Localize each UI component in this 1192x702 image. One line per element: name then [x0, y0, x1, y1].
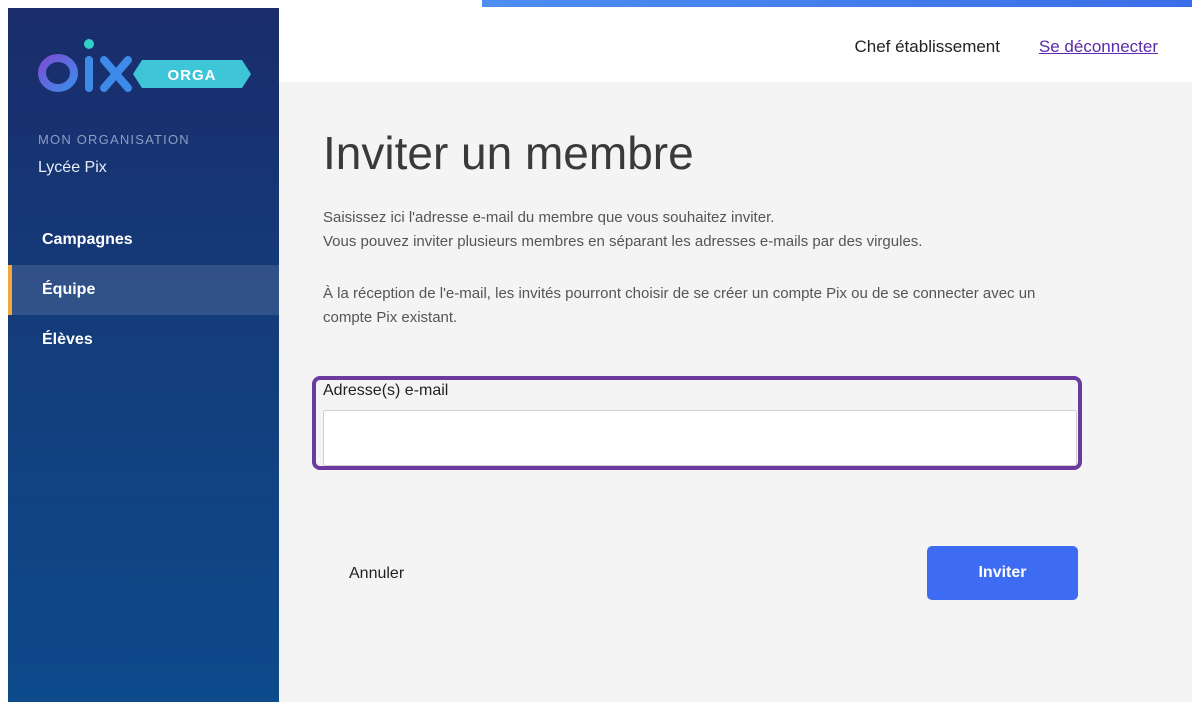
instruction-line: Vous pouvez inviter plusieurs membres en…	[323, 233, 923, 250]
sidebar-item-label: Élèves	[42, 331, 93, 348]
organization-caption: MON ORGANISATION	[38, 132, 190, 147]
invite-info-paragraph: À la réception de l'e-mail, les invités …	[323, 285, 1036, 326]
sidebar-item-equipe[interactable]: Équipe	[8, 265, 279, 315]
invite-instructions: Saisissez ici l'adresse e-mail du membre…	[323, 206, 922, 254]
logo-graphic: ORGA	[38, 39, 251, 108]
sidebar: ORGA MON ORGANISATION Lycée Pix Campagne…	[8, 8, 279, 702]
email-field-label: Adresse(s) e-mail	[323, 382, 449, 399]
top-accent-bar	[482, 0, 1192, 7]
app-page: ORGA MON ORGANISATION Lycée Pix Campagne…	[0, 0, 1192, 702]
cancel-button[interactable]: Annuler	[329, 554, 429, 594]
instruction-line: Saisissez ici l'adresse e-mail du membre…	[323, 209, 775, 226]
logout-link[interactable]: Se déconnecter	[1039, 37, 1158, 57]
sidebar-item-eleves[interactable]: Élèves	[8, 315, 279, 365]
invite-button[interactable]: Inviter	[927, 546, 1078, 600]
organization-name: Lycée Pix	[38, 159, 107, 176]
page-title: Inviter un membre	[323, 127, 694, 179]
sidebar-item-label: Équipe	[42, 281, 96, 298]
logo-badge-text: ORGA	[168, 67, 217, 84]
email-field[interactable]	[323, 410, 1077, 466]
pix-orga-logo[interactable]: ORGA	[38, 36, 258, 108]
sidebar-nav: Campagnes Équipe Élèves	[8, 215, 279, 365]
top-header: Chef établissement Se déconnecter	[279, 7, 1192, 82]
sidebar-item-label: Campagnes	[42, 231, 133, 248]
main-content: Inviter un membre Saisissez ici l'adress…	[279, 82, 1192, 702]
current-user-name: Chef établissement	[854, 37, 1000, 56]
sidebar-item-campagnes[interactable]: Campagnes	[8, 215, 279, 265]
